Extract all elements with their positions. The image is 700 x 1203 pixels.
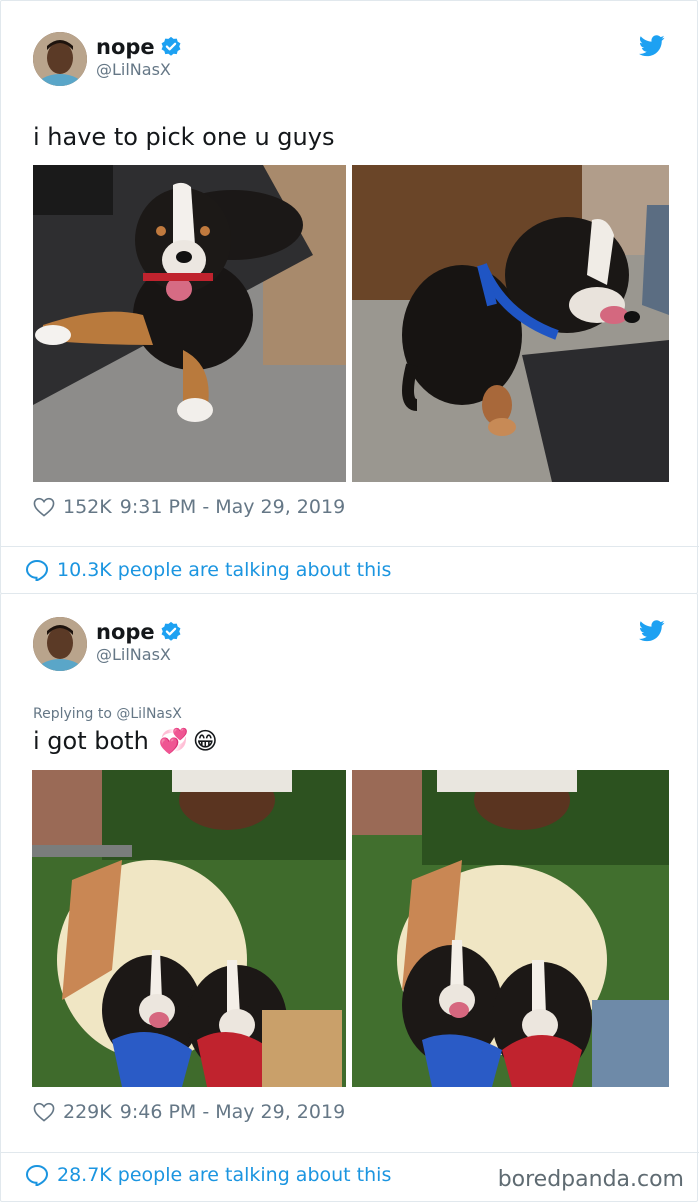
- avatar[interactable]: [33, 32, 87, 86]
- replying-to[interactable]: Replying to @LilNasX: [33, 706, 182, 722]
- tweet-meta: 229K 9:46 PM - May 29, 2019: [33, 1101, 345, 1123]
- tweet-photo-3[interactable]: [32, 770, 346, 1087]
- tweet-card-1: nope @LilNasX i have to pick one u guys: [0, 0, 699, 594]
- twitter-bird-icon[interactable]: [639, 35, 665, 57]
- display-name[interactable]: nope: [96, 621, 182, 643]
- like-count[interactable]: 229K: [63, 1101, 112, 1123]
- talking-link[interactable]: 10.3K people are talking about this: [25, 559, 391, 581]
- heart-icon[interactable]: [33, 1102, 55, 1122]
- timestamp[interactable]: 9:46 PM - May 29, 2019: [120, 1101, 345, 1123]
- tweet-text: i have to pick one u guys: [33, 123, 334, 151]
- speech-bubble-icon: [25, 1164, 49, 1186]
- talking-link[interactable]: 28.7K people are talking about this: [25, 1164, 391, 1186]
- avatar[interactable]: [33, 617, 87, 671]
- like-count[interactable]: 152K: [63, 496, 112, 518]
- handle[interactable]: @LilNasX: [96, 60, 171, 79]
- grinning-emoji: 😁: [192, 727, 218, 755]
- talking-text[interactable]: 28.7K people are talking about this: [57, 1164, 391, 1186]
- tweet-text: i got both 💞 😁: [33, 727, 218, 755]
- tweet-photo-2[interactable]: [352, 165, 669, 482]
- tweet-card-2: nope @LilNasX Replying to @LilNasX i got…: [0, 593, 699, 1202]
- display-name-text[interactable]: nope: [96, 621, 155, 643]
- tweet-photo-4[interactable]: [352, 770, 669, 1087]
- verified-badge-icon: [161, 621, 181, 641]
- watermark: boredpanda.com: [497, 1167, 684, 1192]
- tweet-text-content: i have to pick one u guys: [33, 123, 335, 151]
- speech-bubble-icon: [25, 559, 49, 581]
- twitter-bird-icon[interactable]: [639, 620, 665, 642]
- divider: [1, 1152, 699, 1153]
- timestamp[interactable]: 9:31 PM - May 29, 2019: [120, 496, 345, 518]
- talking-text[interactable]: 10.3K people are talking about this: [57, 559, 391, 581]
- verified-badge-icon: [161, 36, 181, 56]
- divider: [1, 546, 699, 547]
- handle[interactable]: @LilNasX: [96, 645, 171, 664]
- tweet-text-content: i got both: [33, 727, 149, 755]
- display-name-text[interactable]: nope: [96, 36, 155, 58]
- display-name[interactable]: nope: [96, 36, 182, 58]
- two-hearts-emoji: 💞: [158, 727, 189, 755]
- heart-icon[interactable]: [33, 497, 55, 517]
- tweet-meta: 152K 9:31 PM - May 29, 2019: [33, 496, 345, 518]
- tweet-photo-1[interactable]: [33, 165, 346, 482]
